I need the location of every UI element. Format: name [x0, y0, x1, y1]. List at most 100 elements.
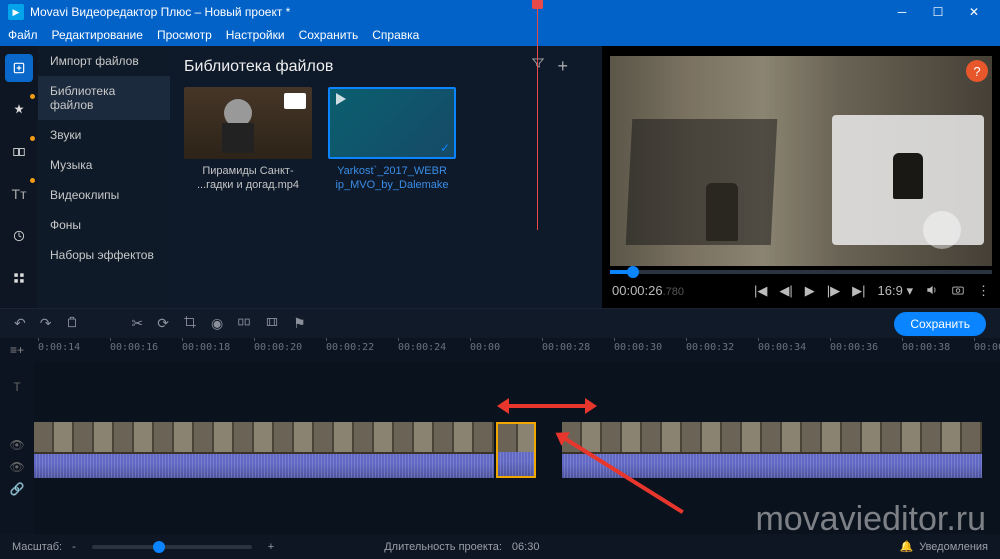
import-tab-icon[interactable] [5, 54, 33, 82]
transition-wizard-icon[interactable] [237, 315, 251, 332]
window-title: Movavi Видеоредактор Плюс – Новый проект… [30, 5, 884, 19]
preview-video[interactable] [610, 56, 992, 266]
filters-tab-icon[interactable] [5, 96, 33, 124]
sidebar-item-videoclips[interactable]: Видеоклипы [38, 180, 170, 210]
minimize-button[interactable]: ─ [884, 0, 920, 24]
ruler-tick: 00:00:36 [830, 342, 878, 353]
menubar: Файл Редактирование Просмотр Настройки С… [0, 24, 1000, 46]
add-file-icon[interactable]: + [557, 56, 568, 77]
video-clip[interactable] [562, 422, 982, 478]
skip-prev-icon[interactable]: |◀ [754, 283, 767, 299]
ruler-tick: 00:00:18 [182, 342, 230, 353]
thumb-image [184, 87, 312, 159]
timeline-ruler: ≡+ 0:00:1400:00:1600:00:1800:00:2000:00:… [0, 338, 1000, 362]
menu-settings[interactable]: Настройки [226, 28, 285, 42]
zoom-label: Масштаб: [12, 541, 62, 553]
status-bar: Масштаб: - + Длительность проекта: 06:30… [0, 534, 1000, 559]
help-button[interactable]: ? [966, 60, 988, 82]
zoom-out-button[interactable]: - [72, 541, 76, 553]
thumb-label: Пирамиды Санкт-...гадки и догад.mp4 [184, 165, 312, 193]
library-title: Библиотека файлов [184, 58, 333, 76]
cut-icon[interactable]: ✂ [131, 315, 143, 332]
menu-file[interactable]: Файл [8, 28, 38, 42]
preview-more-icon[interactable]: ⋮ [977, 283, 990, 299]
preview-panel: ? 00:00:26.780 |◀ ◀| ▶ |▶ ▶| 16:9 ▾ ⋮ [602, 46, 1000, 308]
thumb-image [328, 87, 456, 159]
sidebar-item-sounds[interactable]: Звуки [38, 120, 170, 150]
more-tab-icon[interactable] [5, 264, 33, 292]
maximize-button[interactable]: ☐ [920, 0, 956, 24]
skip-next-icon[interactable]: ▶| [852, 283, 865, 299]
aspect-ratio[interactable]: 16:9 ▾ [878, 283, 913, 299]
undo-icon[interactable]: ↶ [14, 315, 26, 332]
video-track-icon[interactable]: 👁 [9, 438, 24, 452]
snapshot-icon[interactable] [951, 283, 965, 300]
bell-icon: 🔔 [900, 540, 914, 553]
app-logo: ▶ [8, 4, 24, 20]
step-fwd-icon[interactable]: |▶ [827, 283, 840, 299]
menu-view[interactable]: Просмотр [157, 28, 212, 42]
clip-props-icon[interactable] [265, 315, 279, 332]
link-track-icon[interactable]: 🔗 [10, 482, 25, 496]
playhead[interactable] [537, 0, 538, 230]
video-clip-selected[interactable] [496, 422, 536, 478]
zoom-slider[interactable] [92, 545, 252, 549]
timeline: T 👁 👁 🔗 ♪ [0, 362, 1000, 554]
sidebar: Импорт файлов Библиотека файлов Звуки Му… [38, 46, 170, 308]
save-button[interactable]: Сохранить [894, 312, 986, 336]
menu-edit[interactable]: Редактирование [52, 28, 143, 42]
sidebar-item-effects[interactable]: Наборы эффектов [38, 240, 170, 270]
ruler-tick: 00:00 [470, 342, 500, 353]
menu-help[interactable]: Справка [372, 28, 419, 42]
track-icons: T 👁 👁 🔗 ♪ [0, 362, 34, 554]
menu-save[interactable]: Сохранить [299, 28, 359, 42]
duration-label: Длительность проекта: [384, 541, 502, 553]
ruler-tick: 00:00:34 [758, 342, 806, 353]
delete-icon[interactable] [65, 315, 79, 332]
duration-value: 06:30 [512, 541, 540, 553]
titlebar: ▶ Movavi Видеоредактор Плюс – Новый прое… [0, 0, 1000, 24]
transitions-tab-icon[interactable] [5, 138, 33, 166]
tracks-area[interactable] [34, 362, 1000, 554]
preview-progress[interactable] [610, 270, 992, 274]
left-icon-rail: Tᴛ [0, 46, 38, 308]
ruler-ticks[interactable]: 0:00:1400:00:1600:00:1800:00:2000:00:220… [34, 338, 1000, 362]
titles-tab-icon[interactable]: Tᴛ [5, 180, 33, 208]
close-button[interactable]: ✕ [956, 0, 992, 24]
preview-controls: 00:00:26.780 |◀ ◀| ▶ |▶ ▶| 16:9 ▾ ⋮ [602, 274, 1000, 308]
ruler-tick: 00:00:22 [326, 342, 374, 353]
redo-icon[interactable]: ↷ [40, 315, 52, 332]
filter-icon[interactable] [531, 56, 545, 77]
ruler-tick: 00:00:30 [614, 342, 662, 353]
ruler-tick: 00:00:20 [254, 342, 302, 353]
thumb-label: Yarkost`_2017_WEBRip_MVO_by_Dalemake [328, 165, 456, 193]
timecode: 00:00:26.780 [612, 283, 684, 299]
notifications-button[interactable]: 🔔 Уведомления [900, 540, 988, 553]
play-icon[interactable]: ▶ [805, 283, 815, 299]
timeline-toolbar: ↶ ↷ ✂ ⟳ ◉ ⚑ Сохранить [0, 308, 1000, 338]
volume-icon[interactable] [925, 283, 939, 300]
step-back-icon[interactable]: ◀| [779, 283, 792, 299]
sidebar-item-library[interactable]: Библиотека файлов [38, 76, 170, 120]
sidebar-item-backgrounds[interactable]: Фоны [38, 210, 170, 240]
ruler-tick: 00:00:38 [902, 342, 950, 353]
ruler-tick: 00:00:40 [974, 342, 1000, 353]
ruler-tick: 00:00:28 [542, 342, 590, 353]
color-adjust-icon[interactable]: ◉ [211, 315, 223, 332]
media-thumb[interactable]: Yarkost`_2017_WEBRip_MVO_by_Dalemake [328, 87, 456, 193]
marker-icon[interactable]: ⚑ [293, 315, 306, 332]
stickers-tab-icon[interactable] [5, 222, 33, 250]
main-area: Tᴛ Импорт файлов Библиотека файлов Звуки… [0, 46, 1000, 308]
media-thumb[interactable]: Пирамиды Санкт-...гадки и догад.mp4 [184, 87, 312, 193]
rotate-icon[interactable]: ⟳ [157, 315, 169, 332]
zoom-in-button[interactable]: + [268, 541, 274, 553]
add-track-button[interactable]: ≡+ [0, 338, 34, 362]
ruler-tick: 00:00:16 [110, 342, 158, 353]
crop-icon[interactable] [183, 315, 197, 332]
sidebar-item-music[interactable]: Музыка [38, 150, 170, 180]
text-track-icon[interactable]: T [13, 380, 20, 394]
ruler-tick: 00:00:24 [398, 342, 446, 353]
sidebar-item-import[interactable]: Импорт файлов [38, 46, 170, 76]
video-clip[interactable] [34, 422, 494, 478]
visibility-icon[interactable]: 👁 [9, 460, 24, 474]
